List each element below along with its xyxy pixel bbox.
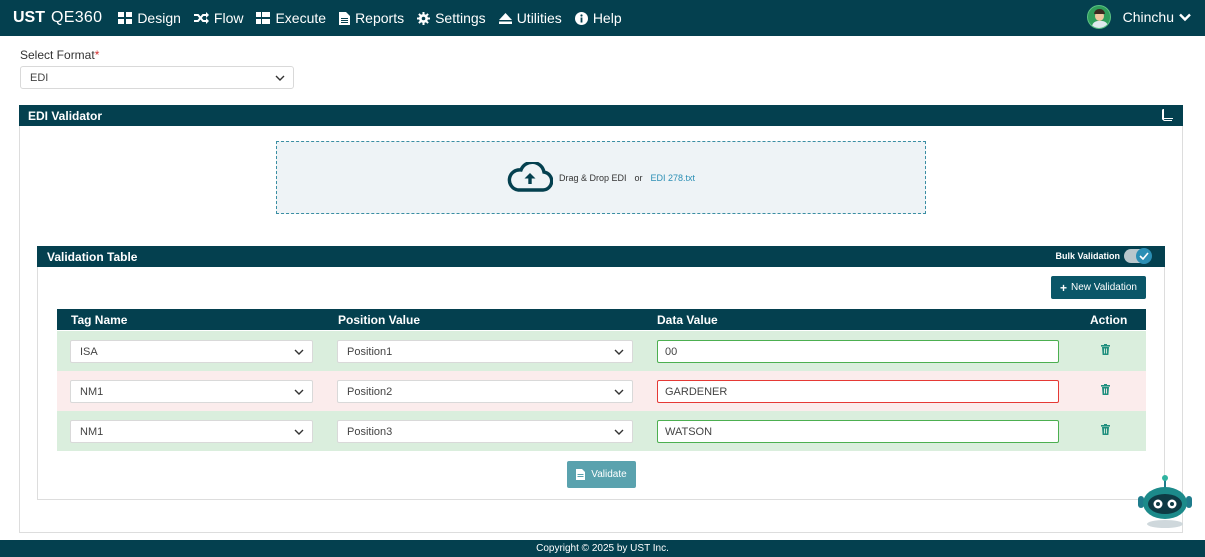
plus-icon: + (1060, 280, 1068, 295)
table-row: ISA Position1 00 (57, 331, 1146, 371)
validate-button[interactable]: Validate (567, 461, 636, 488)
footer: Copyright © 2025 by UST Inc. (0, 540, 1205, 557)
nav-settings-label: Settings (435, 10, 486, 26)
edi-validator-header: EDI Validator (19, 105, 1183, 126)
nav-reports[interactable]: Reports (339, 10, 404, 26)
book-icon[interactable] (1162, 109, 1173, 121)
tag-name-select[interactable]: ISA (70, 340, 313, 363)
bulk-validation-toggle[interactable] (1124, 248, 1152, 264)
dropzone-text: Drag & Drop EDI (558, 172, 627, 183)
top-navbar: UST QE360 Design Flow Execute Reports Se… (0, 0, 1205, 36)
brand-name-bold: UST (13, 9, 45, 26)
trash-icon[interactable] (1101, 384, 1110, 395)
format-select-value: EDI (30, 71, 49, 84)
data-value-input[interactable]: 00 (657, 340, 1059, 363)
chevron-down-icon (614, 389, 624, 395)
nav-utilities-label: Utilities (516, 10, 562, 26)
chevron-down-icon (294, 429, 304, 435)
main-nav: Design Flow Execute Reports Settings Uti… (118, 10, 634, 26)
shuffle-icon (193, 12, 209, 24)
trash-icon[interactable] (1101, 344, 1110, 355)
chevron-down-icon (294, 349, 304, 355)
table-row: NM1 Position2 GARDENER (57, 371, 1146, 411)
validate-label: Validate (591, 469, 627, 480)
validation-table-title: Validation Table (47, 249, 138, 264)
table-row: NM1 Position3 WATSON (57, 411, 1146, 451)
tag-name-select[interactable]: NM1 (70, 420, 313, 443)
user-menu[interactable]: Chinchu (1086, 5, 1191, 29)
nav-help-label: Help (592, 10, 622, 26)
nav-flow-label: Flow (213, 10, 244, 26)
required-mark: * (94, 48, 100, 62)
selected-file-link[interactable]: EDI 278.txt (651, 173, 696, 183)
chevron-down-icon (614, 349, 624, 355)
position-value: Position3 (347, 425, 393, 438)
position-value: Position1 (347, 345, 393, 358)
col-position-value: Position Value (338, 313, 421, 327)
col-action: Action (1090, 313, 1128, 327)
nav-flow[interactable]: Flow (193, 10, 244, 26)
trash-icon[interactable] (1101, 424, 1110, 435)
info-icon (574, 11, 588, 25)
gear-icon (417, 11, 431, 25)
tag-name-value: NM1 (80, 385, 104, 398)
data-value-input[interactable]: GARDENER (657, 380, 1059, 403)
file-dropzone[interactable]: Drag & Drop EDI or EDI 278.txt (276, 141, 926, 214)
nav-execute[interactable]: Execute (256, 10, 326, 26)
user-name: Chinchu (1122, 9, 1174, 25)
chevron-down-icon (1179, 13, 1191, 21)
validation-table-header: Validation Table Bulk Validation (37, 246, 1165, 267)
position-value-select[interactable]: Position3 (337, 420, 633, 443)
grid-icon (118, 12, 133, 24)
chevron-down-icon (614, 429, 624, 435)
col-data-value: Data Value (657, 313, 718, 327)
tag-name-value: NM1 (80, 425, 104, 438)
dropzone-or: or (634, 172, 643, 183)
new-validation-label: New Validation (1071, 282, 1137, 293)
tag-name-value: ISA (80, 345, 98, 358)
copyright-text: Copyright © 2025 by UST Inc. (536, 543, 669, 554)
chevron-down-icon (275, 75, 285, 81)
tag-name-select[interactable]: NM1 (70, 380, 313, 403)
nav-help[interactable]: Help (574, 10, 622, 26)
bulk-validation-label: Bulk Validation (1055, 251, 1120, 261)
edi-validator-title: EDI Validator (28, 108, 103, 123)
document-icon (339, 11, 351, 25)
data-value-input[interactable]: WATSON (657, 420, 1059, 443)
select-format-label: Select Format* (20, 48, 99, 62)
position-value: Position2 (347, 385, 393, 398)
col-tag-name: Tag Name (71, 313, 128, 327)
eject-icon (498, 12, 512, 24)
select-format-text: Select Format (20, 48, 95, 62)
nav-execute-label: Execute (275, 10, 327, 26)
chatbot-icon[interactable] (1136, 474, 1194, 530)
document-icon (576, 469, 586, 480)
new-validation-button[interactable]: + New Validation (1051, 276, 1146, 299)
nav-utilities[interactable]: Utilities (498, 10, 562, 26)
brand-logo[interactable]: UST QE360 (13, 9, 102, 27)
nav-design[interactable]: Design (118, 10, 181, 26)
cloud-upload-icon (507, 161, 553, 192)
position-value-select[interactable]: Position1 (337, 340, 633, 363)
position-value-select[interactable]: Position2 (337, 380, 633, 403)
chevron-down-icon (294, 389, 304, 395)
avatar (1086, 5, 1111, 29)
check-icon (1136, 248, 1152, 264)
list-icon (256, 12, 271, 24)
bulk-validation: Bulk Validation (1055, 248, 1152, 264)
table-header: Tag Name Position Value Data Value Actio… (57, 309, 1146, 330)
nav-settings[interactable]: Settings (417, 10, 486, 26)
brand-name-light: QE360 (51, 9, 103, 26)
nav-reports-label: Reports (355, 10, 405, 26)
nav-design-label: Design (137, 10, 181, 26)
format-select[interactable]: EDI (20, 66, 294, 89)
